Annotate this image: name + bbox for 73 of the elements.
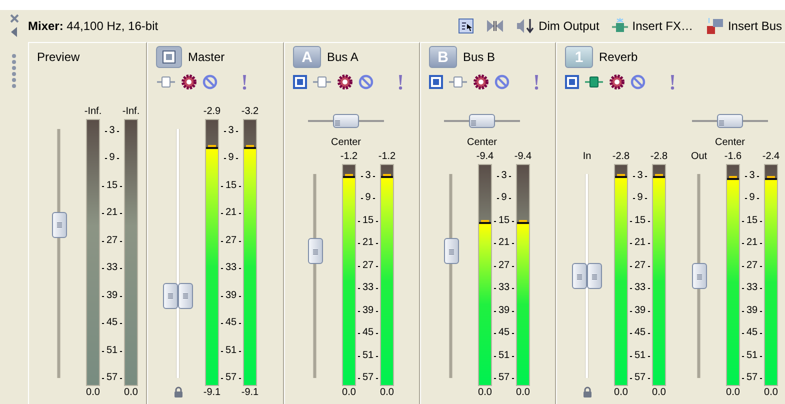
meter-reading: 0.0 (380, 386, 394, 400)
pan-label: Center (466, 136, 497, 150)
square-icon[interactable] (429, 75, 443, 89)
gear-icon[interactable] (337, 74, 353, 90)
channel-name: Master (188, 50, 225, 64)
meter-reading: 0.0 (124, 386, 138, 400)
peak-reading: -2.9 (203, 105, 221, 119)
peak-reading: -3.2 (241, 105, 259, 119)
exclamation-icon[interactable] (532, 74, 540, 90)
dim-output-button[interactable]: Dim Output (512, 16, 602, 36)
exclamation-icon[interactable] (396, 74, 404, 90)
grip-icon[interactable] (11, 53, 17, 89)
peak-reading: -2.8 (650, 150, 668, 164)
meter-reading: -9.1 (241, 386, 259, 400)
close-icon[interactable] (10, 14, 18, 23)
insert-fx-button[interactable]: Insert FX… (608, 16, 696, 36)
peak-reading: -2.4 (762, 150, 780, 164)
peak-reading: -9.4 (514, 150, 532, 164)
meter-reading: 0.0 (652, 386, 666, 400)
gear-icon[interactable] (181, 74, 197, 90)
meter-reading: 0.0 (516, 386, 530, 400)
prohibited-icon[interactable] (202, 74, 218, 90)
meter-reading: 0.0 (342, 386, 356, 400)
speaker-down-icon (516, 18, 536, 34)
peak-reading: -1.2 (378, 150, 396, 164)
lock-icon[interactable] (582, 386, 592, 398)
pan-thumb[interactable] (469, 114, 495, 128)
mixer-title: Mixer: 44,100 Hz, 16-bit (28, 19, 160, 33)
pan-thumb[interactable] (333, 114, 359, 128)
peak-reading: -Inf. (84, 105, 102, 119)
channel-name: Bus A (327, 50, 358, 64)
gear-icon[interactable] (609, 74, 625, 90)
fader-label: In (582, 150, 592, 164)
fader-thumb[interactable] (444, 238, 459, 264)
meter-reading: 0.0 (86, 386, 100, 400)
fader-thumb[interactable] (178, 282, 193, 309)
fader-label: Out (690, 150, 708, 164)
meter-reading: 0.0 (764, 386, 778, 400)
pointer-select-icon (458, 18, 474, 34)
meter-reading: -9.1 (203, 386, 221, 400)
fader-thumb[interactable] (308, 238, 323, 264)
insert-bus-button[interactable]: Insert Bus (702, 15, 785, 37)
peak-reading: -9.4 (476, 150, 494, 164)
prohibited-icon[interactable] (630, 74, 646, 90)
channel-name: Bus B (463, 50, 496, 64)
gear-icon[interactable] (473, 74, 489, 90)
pan-label: Center (330, 136, 361, 150)
prohibited-icon[interactable] (494, 74, 510, 90)
lock-icon[interactable] (174, 386, 182, 398)
prohibited-icon[interactable] (358, 74, 374, 90)
peak-reading: -1.6 (724, 150, 742, 164)
bowtie-icon (486, 19, 504, 33)
exclamation-icon[interactable] (240, 74, 248, 90)
exclamation-icon[interactable] (668, 74, 676, 90)
meter-reading: 0.0 (614, 386, 628, 400)
square-badge-icon[interactable] (156, 46, 182, 68)
square-icon[interactable] (565, 75, 579, 89)
fader-thumb[interactable] (692, 263, 707, 289)
meter-reading: 0.0 (478, 386, 492, 400)
pan-thumb[interactable] (717, 114, 743, 128)
fader-thumb[interactable] (587, 263, 602, 289)
peak-reading: -Inf. (122, 105, 140, 119)
square-icon[interactable] (293, 75, 307, 89)
fader-thumb[interactable] (52, 212, 67, 238)
fader-thumb[interactable] (572, 263, 587, 289)
channel-name: Preview (37, 50, 80, 64)
collapse-arrow-icon[interactable] (10, 27, 18, 37)
pan-label: Center (714, 136, 745, 150)
peak-reading: -1.2 (340, 150, 358, 164)
peak-reading: -2.8 (612, 150, 630, 164)
fader-thumb[interactable] (163, 282, 178, 309)
channel-name: Reverb (599, 50, 638, 64)
meter-reading: 0.0 (726, 386, 740, 400)
